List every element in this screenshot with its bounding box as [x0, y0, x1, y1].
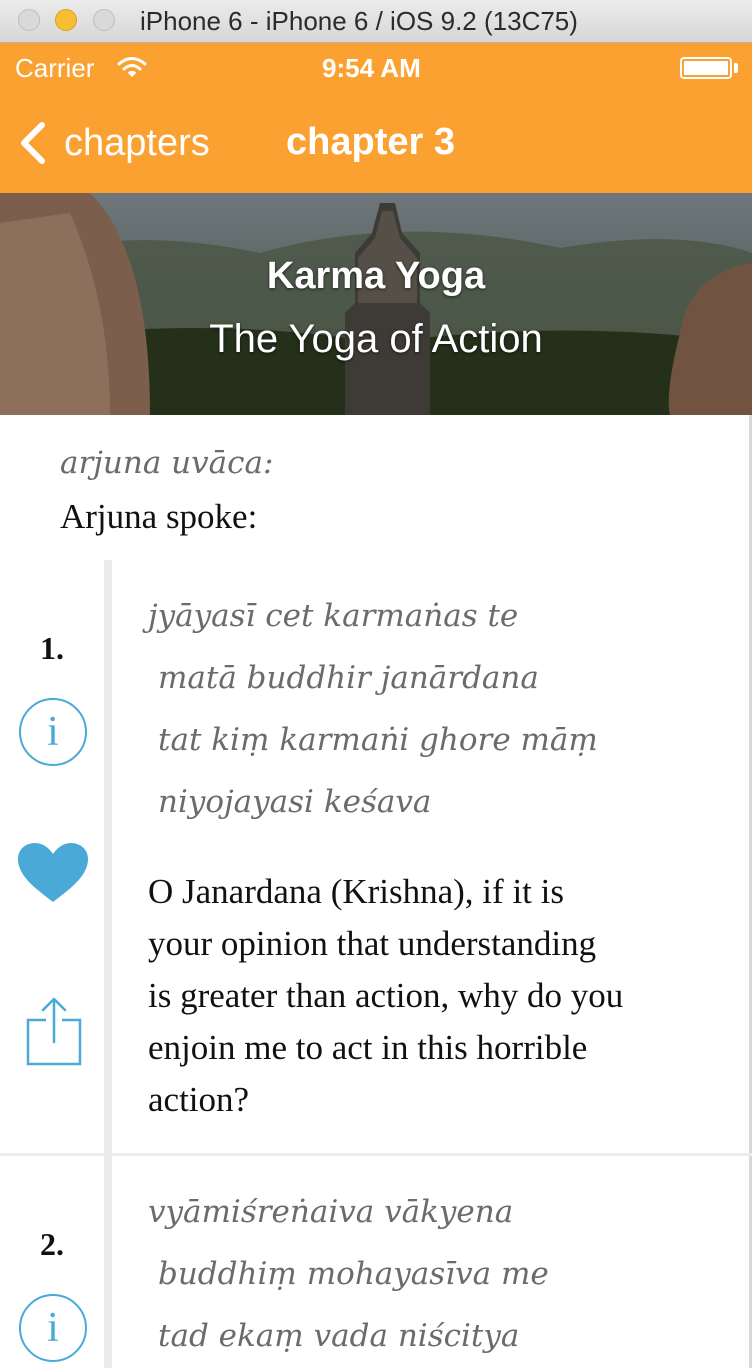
- translation-line: action?: [148, 1080, 250, 1119]
- info-button[interactable]: i: [19, 1294, 87, 1362]
- info-button[interactable]: i: [19, 698, 87, 766]
- window-close-button[interactable]: [18, 9, 40, 31]
- translation-line: is greater than action, why do you: [148, 976, 624, 1015]
- verse-row: 2. i vyāmiśreṅaiva vākyena buddhiṃ mohay…: [0, 1156, 752, 1368]
- temple-hero-image: [0, 193, 752, 415]
- verse-gutter-divider: [104, 560, 112, 1153]
- window-title: iPhone 6 - iPhone 6 / iOS 9.2 (13C75): [140, 6, 578, 36]
- translation-line: O Janardana (Krishna), if it is: [148, 872, 564, 911]
- wifi-icon: [117, 57, 147, 77]
- chevron-left-icon: [21, 122, 45, 164]
- verse-gutter-divider: [104, 1156, 112, 1368]
- speaker-sanskrit: arjuna uvāca:: [60, 445, 274, 481]
- back-button[interactable]: chapters: [18, 113, 210, 173]
- window-minimize-button[interactable]: [55, 9, 77, 31]
- verse-number: 2.: [40, 1226, 64, 1262]
- status-time: 9:54 AM: [322, 53, 421, 83]
- verse-sanskrit-line: tat kiṃ karmaṅi ghore māṃ: [158, 722, 598, 758]
- carrier-label: Carrier: [15, 53, 95, 83]
- verse-sanskrit-line: buddhiṃ mohayasīva me: [158, 1256, 549, 1292]
- heart-icon[interactable]: [16, 842, 90, 904]
- verse-sanskrit-line: niyojayasi keśava: [158, 784, 432, 820]
- translation-line: enjoin me to act in this horrible: [148, 1028, 588, 1067]
- verse-sanskrit-line: matā buddhir janārdana: [158, 660, 539, 696]
- window-titlebar: iPhone 6 - iPhone 6 / iOS 9.2 (13C75): [0, 0, 752, 43]
- translation-line: your opinion that understanding: [148, 924, 597, 963]
- verse-row: 1. i jyāyasī cet karmaṅas te matā buddhi…: [0, 560, 752, 1153]
- back-button-label: chapters: [64, 121, 210, 164]
- verse-sanskrit-line: tad ekaṃ vada niścitya: [158, 1318, 520, 1354]
- page-title: chapter 3: [286, 121, 455, 163]
- speaker-english: Arjuna spoke:: [60, 497, 258, 536]
- verse-translation: O Janardana (Krishna), if it is your opi…: [148, 866, 728, 1126]
- battery-tip: [734, 63, 738, 73]
- window-zoom-button[interactable]: [93, 9, 115, 31]
- chapter-title: Karma Yoga: [266, 255, 486, 297]
- navigation-bar: Carrier 9:54 AM chapters chapter 3: [0, 43, 752, 193]
- verse-number: 1.: [40, 630, 64, 666]
- verse-sanskrit-line: jyāyasī cet karmaṅas te: [148, 598, 519, 634]
- chapter-hero-banner: Karma Yoga The Yoga of Action: [0, 193, 752, 415]
- verse-sanskrit-line: vyāmiśreṅaiva vākyena: [148, 1194, 514, 1230]
- chapter-subtitle: The Yoga of Action: [209, 317, 543, 361]
- share-icon[interactable]: [26, 996, 82, 1066]
- battery-icon: [680, 57, 732, 79]
